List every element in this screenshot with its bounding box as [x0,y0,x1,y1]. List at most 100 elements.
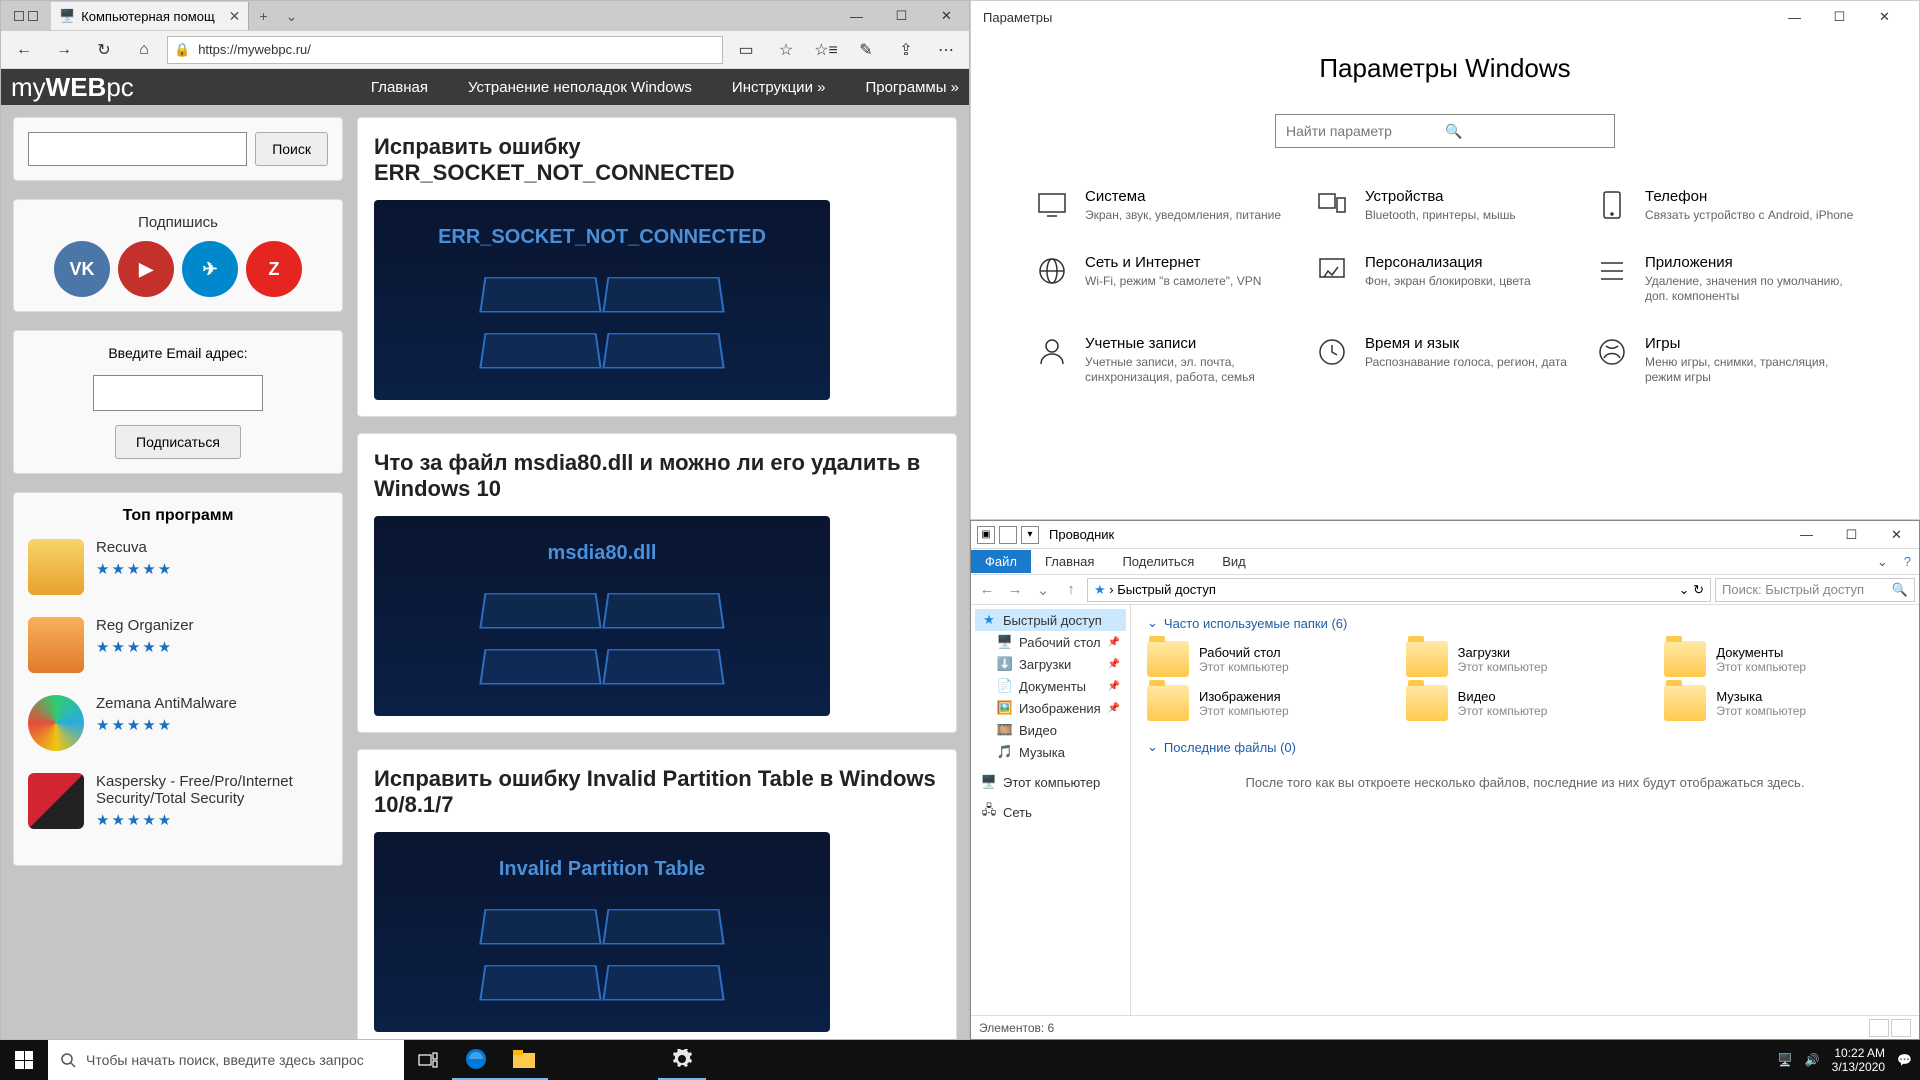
close-window-button[interactable]: ✕ [924,1,969,31]
browser-tab[interactable]: 🖥️ Компьютерная помощ ✕ [51,2,249,30]
forward-button[interactable]: → [1003,578,1027,602]
taskbar-app-settings[interactable] [658,1040,706,1080]
settings-search-input[interactable]: Найти параметр🔍 [1275,114,1615,148]
telegram-icon[interactable]: ✈ [182,241,238,297]
close-window-button[interactable]: ✕ [1874,520,1919,550]
article-card[interactable]: Исправить ошибку ERR_SOCKET_NOT_CONNECTE… [357,117,957,417]
program-item[interactable]: Zemana AntiMalware★★★★★ [28,695,328,751]
settings-item-network[interactable]: Сеть и ИнтернетWi-Fi, режим "в самолете"… [1035,254,1295,305]
favorite-icon[interactable]: ☆ [769,33,803,67]
tree-desktop[interactable]: 🖥️Рабочий стол📌 [975,631,1126,653]
up-button[interactable]: ↑ [1059,578,1083,602]
settings-item-system[interactable]: СистемаЭкран, звук, уведомления, питание [1035,188,1295,224]
explorer-search-input[interactable]: Поиск: Быстрый доступ🔍 [1715,578,1915,602]
settings-item-personalization[interactable]: ПерсонализацияФон, экран блокировки, цве… [1315,254,1575,305]
tree-downloads[interactable]: ⬇️Загрузки📌 [975,653,1126,675]
reading-view-icon[interactable]: ▭ [729,33,763,67]
settings-item-apps[interactable]: ПриложенияУдаление, значения по умолчани… [1595,254,1855,305]
subscribe-button[interactable]: Подписаться [115,425,241,459]
ribbon-expand-icon[interactable]: ⌄ [1869,554,1896,570]
address-bar[interactable]: 🔒 https://mywebpc.ru/ [167,36,723,64]
forward-button[interactable]: → [47,33,81,67]
program-item[interactable]: Recuva★★★★★ [28,539,328,595]
minimize-button[interactable]: — [1772,2,1817,32]
settings-item-gaming[interactable]: ИгрыМеню игры, снимки, трансляция, режим… [1595,335,1855,386]
nav-link-home[interactable]: Главная [371,79,428,96]
youtube-icon[interactable]: ▶ [118,241,174,297]
ribbon-tab-view[interactable]: Вид [1208,550,1260,573]
explorer-address-bar[interactable]: ★ › Быстрый доступ⌄ ↻ [1087,578,1711,602]
folder-pictures[interactable]: ИзображенияЭтот компьютер [1147,685,1386,721]
tab-actions-icon[interactable] [1,1,51,31]
maximize-button[interactable]: ☐ [1829,520,1874,550]
site-search-button[interactable]: Поиск [255,132,328,166]
minimize-button[interactable]: — [834,1,879,31]
email-input[interactable] [93,375,263,411]
home-button[interactable]: ⌂ [127,33,161,67]
program-item[interactable]: Kaspersky - Free/Pro/Internet Security/T… [28,773,328,829]
group-recent-files[interactable]: ⌄Последние файлы (0) [1147,739,1903,755]
folder-documents[interactable]: ДокументыЭтот компьютер [1664,641,1903,677]
article-card[interactable]: Что за файл msdia80.dll и можно ли его у… [357,433,957,733]
tree-this-pc[interactable]: 🖥️Этот компьютер [975,771,1126,793]
favorites-bar-icon[interactable]: ☆≡ [809,33,843,67]
start-button[interactable] [0,1040,48,1080]
minimize-button[interactable]: — [1784,520,1829,550]
taskbar-app-explorer[interactable] [500,1040,548,1080]
taskbar-app-edge[interactable] [452,1040,500,1080]
back-button[interactable]: ← [7,33,41,67]
close-window-button[interactable]: ✕ [1862,2,1907,32]
folder-music[interactable]: МузыкаЭтот компьютер [1664,685,1903,721]
program-item[interactable]: Reg Organizer★★★★★ [28,617,328,673]
site-logo[interactable]: myWEBpc [11,72,134,103]
tree-videos[interactable]: 🎞️Видео [975,719,1126,741]
qat-icon[interactable]: ▣ [977,526,995,544]
taskbar-search[interactable]: Чтобы начать поиск, введите здесь запрос [48,1040,404,1080]
settings-item-time[interactable]: Время и языкРаспознавание голоса, регион… [1315,335,1575,386]
recent-dropdown-icon[interactable]: ⌄ [1031,578,1055,602]
notes-icon[interactable]: ✎ [849,33,883,67]
ribbon-tab-share[interactable]: Поделиться [1108,550,1208,573]
maximize-button[interactable]: ☐ [1817,2,1862,32]
tree-quick-access[interactable]: ★Быстрый доступ [975,609,1126,631]
folder-videos[interactable]: ВидеоЭтот компьютер [1406,685,1645,721]
zen-icon[interactable]: Z [246,241,302,297]
site-search-input[interactable] [28,132,247,166]
view-details-button[interactable] [1869,1019,1889,1037]
view-icons-button[interactable] [1891,1019,1911,1037]
back-button[interactable]: ← [975,578,999,602]
ribbon-tab-file[interactable]: Файл [971,550,1031,573]
tray-volume-icon[interactable]: 🔊 [1805,1053,1820,1067]
article-title: Что за файл msdia80.dll и можно ли его у… [374,450,940,502]
refresh-button[interactable]: ↻ [87,33,121,67]
qat-dropdown-icon[interactable]: ▾ [1021,526,1039,544]
maximize-button[interactable]: ☐ [879,1,924,31]
qat-icon[interactable] [999,526,1017,544]
article-card[interactable]: Исправить ошибку Invalid Partition Table… [357,749,957,1039]
settings-item-devices[interactable]: УстройстваBluetooth, принтеры, мышь [1315,188,1575,224]
folder-downloads[interactable]: ЗагрузкиЭтот компьютер [1406,641,1645,677]
more-icon[interactable]: ⋯ [929,33,963,67]
nav-link-troubleshoot[interactable]: Устранение неполадок Windows [468,79,692,96]
tray-network-icon[interactable]: 🖥️ [1778,1053,1793,1067]
share-icon[interactable]: ⇪ [889,33,923,67]
nav-link-instructions[interactable]: Инструкции » [732,79,826,96]
settings-item-phone[interactable]: ТелефонСвязать устройство с Android, iPh… [1595,188,1855,224]
folder-desktop[interactable]: Рабочий столЭтот компьютер [1147,641,1386,677]
nav-link-programs[interactable]: Программы » [865,79,959,96]
tab-overflow-icon[interactable]: ⌄ [278,8,306,25]
tray-clock[interactable]: 10:22 AM3/13/2020 [1832,1046,1885,1075]
tray-notifications-icon[interactable]: 💬 [1897,1053,1912,1067]
tree-network[interactable]: 🖧Сеть [975,801,1126,823]
tree-music[interactable]: 🎵Музыка [975,741,1126,763]
tree-pictures[interactable]: 🖼️Изображения📌 [975,697,1126,719]
task-view-button[interactable] [404,1040,452,1080]
vk-icon[interactable]: VK [54,241,110,297]
tree-documents[interactable]: 📄Документы📌 [975,675,1126,697]
help-icon[interactable]: ? [1896,554,1919,569]
settings-item-accounts[interactable]: Учетные записиУчетные записи, эл. почта,… [1035,335,1295,386]
ribbon-tab-home[interactable]: Главная [1031,550,1108,573]
group-frequent-folders[interactable]: ⌄Часто используемые папки (6) [1147,615,1903,631]
new-tab-button[interactable]: + [249,8,277,24]
close-tab-icon[interactable]: ✕ [229,8,241,25]
